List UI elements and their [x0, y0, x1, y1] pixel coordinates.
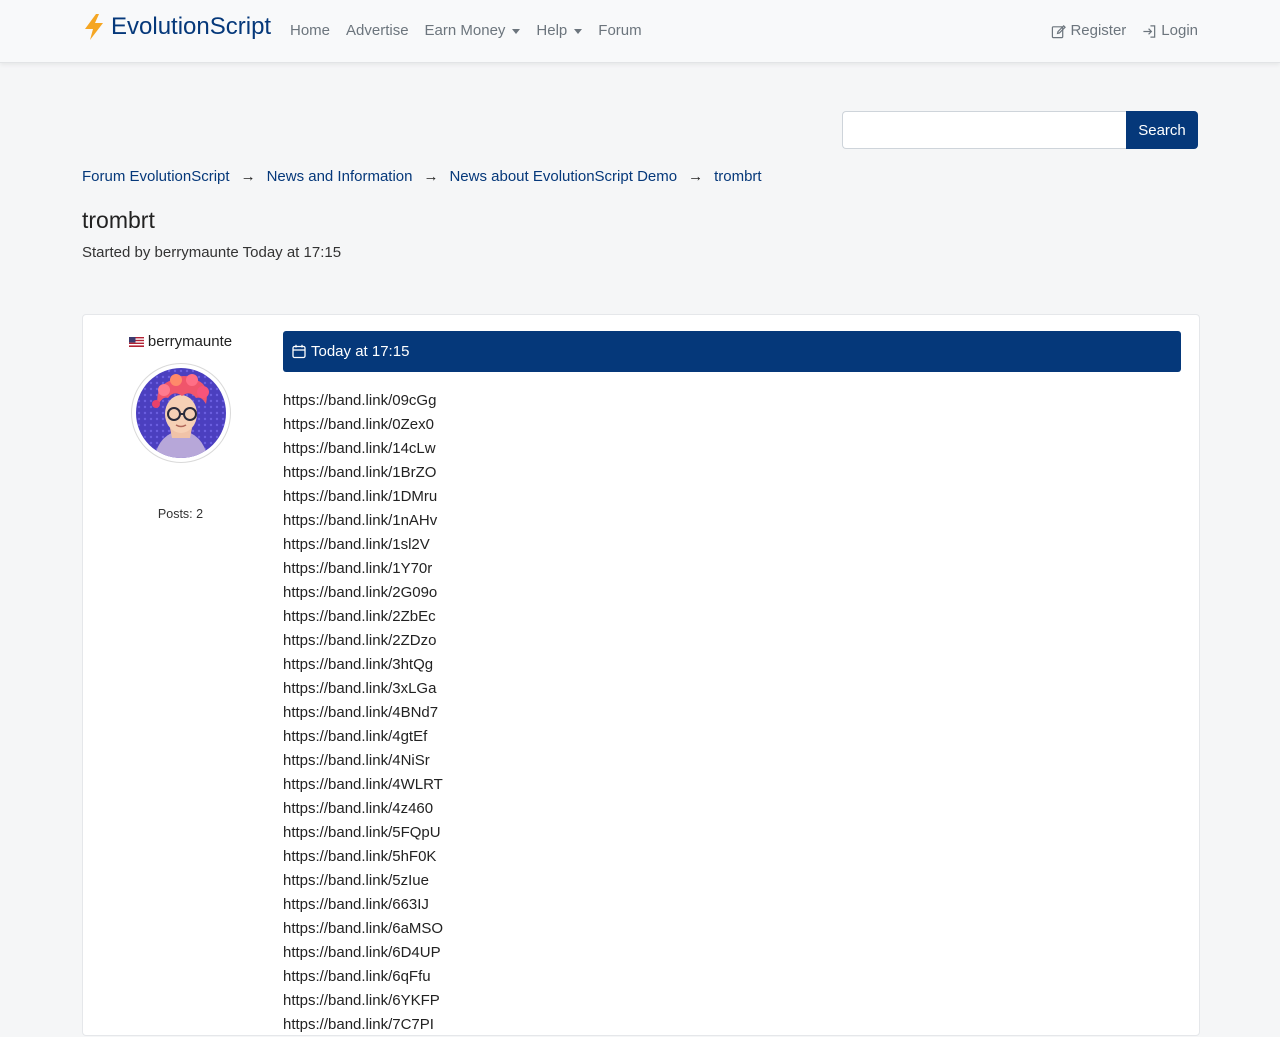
breadcrumb-separator: →	[688, 168, 704, 185]
main-nav: Home Advertise Earn Money Help Forum	[282, 20, 650, 42]
search-input[interactable]	[842, 111, 1126, 149]
breadcrumb-forum[interactable]: Forum EvolutionScript	[82, 166, 230, 188]
post-line: https://band.link/1BrZO	[283, 464, 437, 481]
top-navbar: EvolutionScript Home Advertise Earn Mone…	[0, 0, 1280, 63]
account-nav: Register Login	[1035, 20, 1198, 42]
post-line: https://band.link/4WLRT	[283, 776, 443, 793]
register-link[interactable]: Register	[1035, 20, 1126, 42]
brand-name: EvolutionScript	[111, 13, 272, 40]
avatar[interactable]	[130, 363, 231, 463]
post-line: https://band.link/5hF0K	[283, 848, 437, 865]
breadcrumb: Forum EvolutionScript → News and Informa…	[82, 166, 762, 188]
post-line: https://band.link/4gtEf	[283, 728, 428, 745]
post-line: https://band.link/14cLw	[283, 440, 436, 457]
topic-meta: Started by berrymaunte Today at 17:15	[82, 244, 342, 261]
post-author-panel: berrymaunte Posts: 2	[83, 331, 278, 521]
calendar-icon	[292, 344, 306, 359]
chevron-down-icon	[574, 28, 583, 34]
post-line: https://band.link/6YKFP	[283, 992, 440, 1009]
author-post-count: Posts: 2	[157, 507, 204, 521]
post-line: https://band.link/7C7PI	[283, 1016, 434, 1033]
post-line: https://band.link/6D4UP	[283, 944, 441, 961]
post-line: https://band.link/6qFfu	[283, 968, 431, 985]
avatar-image	[135, 368, 226, 458]
post-header: Today at 17:15	[283, 331, 1181, 372]
chevron-down-icon	[512, 28, 521, 34]
author-name[interactable]: berrymaunte	[148, 331, 232, 353]
post-line: https://band.link/4NiSr	[283, 752, 430, 769]
nav-help-label: Help	[536, 22, 568, 39]
post-body: https://band.link/09cGg https://band.link…	[283, 389, 443, 1037]
breadcrumb-category[interactable]: News and Information	[267, 166, 413, 188]
post-line: https://band.link/5FQpU	[283, 824, 441, 841]
nav-forum[interactable]: Forum	[590, 20, 649, 42]
login-label: Login	[1161, 22, 1198, 39]
pencil-square-icon	[1052, 24, 1067, 38]
forum-search: Search	[842, 111, 1198, 149]
nav-earn-money-label: Earn Money	[424, 22, 506, 39]
login-link[interactable]: Login	[1126, 20, 1198, 42]
lightning-bolt-icon	[85, 14, 103, 40]
nav-advertise[interactable]: Advertise	[338, 20, 417, 42]
nav-home[interactable]: Home	[282, 20, 338, 42]
post-line: https://band.link/4BNd7	[283, 704, 439, 721]
post-line: https://band.link/663IJ	[283, 896, 429, 913]
nav-earn-money-dropdown[interactable]: Earn Money	[417, 20, 529, 42]
post-line: https://band.link/1sl2V	[283, 536, 430, 553]
post-date: Today at 17:15	[311, 343, 410, 360]
post-line: https://band.link/1DMru	[283, 488, 438, 505]
post-line: https://band.link/2ZbEc	[283, 608, 436, 625]
breadcrumb-topic[interactable]: trombrt	[714, 166, 762, 188]
post-line: https://band.link/5zIue	[283, 872, 429, 889]
page-title: trombrt	[82, 207, 155, 233]
post-line: https://band.link/6aMSO	[283, 920, 444, 937]
post-line: https://band.link/3htQg	[283, 656, 434, 673]
post-line: https://band.link/1nAHv	[283, 512, 438, 529]
breadcrumb-separator: →	[423, 168, 439, 185]
register-label: Register	[1070, 22, 1127, 39]
post-line: https://band.link/1Y70r	[283, 560, 433, 577]
login-arrow-icon	[1143, 24, 1156, 38]
search-button[interactable]: Search	[1126, 111, 1198, 149]
post-line: https://band.link/2ZDzo	[283, 632, 437, 649]
brand-link[interactable]: EvolutionScript	[82, 13, 271, 41]
post-line: https://band.link/3xLGa	[283, 680, 437, 697]
post-line: https://band.link/2G09o	[283, 584, 438, 601]
author-line: berrymaunte	[83, 331, 278, 353]
post-line: https://band.link/4z460	[283, 800, 434, 817]
post-card: berrymaunte Posts: 2 Today at 17:15 http…	[82, 314, 1200, 1036]
breadcrumb-separator: →	[240, 168, 256, 185]
breadcrumb-board[interactable]: News about EvolutionScript Demo	[449, 166, 677, 188]
post-line: https://band.link/09cGg	[283, 392, 437, 409]
nav-help-dropdown[interactable]: Help	[528, 20, 590, 42]
us-flag-icon	[128, 337, 144, 347]
post-line: https://band.link/0Zex0	[283, 416, 434, 433]
